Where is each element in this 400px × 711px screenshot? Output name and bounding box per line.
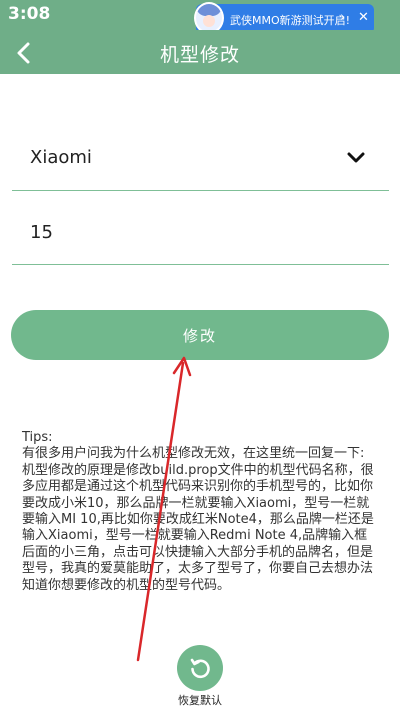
model-field[interactable] [12,192,389,265]
status-time: 3:08 [8,4,51,24]
app-bar: 机型修改 [0,30,400,74]
tips-line: 有很多用户问我为什么机型修改无效，在这里统一回复一下: [22,446,365,462]
restore-default-button[interactable] [177,645,223,691]
chevron-right-icon[interactable]: › [340,10,345,25]
status-bar: 3:08 武侠MMO新游测试开启! › ✕ [0,0,400,34]
tips-line: 机型修改的原理是修改build.prop文件中的机型代码名称，很多应用都是通过这… [22,462,374,593]
tips-line: Tips: [22,430,53,445]
chevron-down-icon[interactable] [347,152,365,164]
restore-default-label: 恢复默认 [178,694,222,707]
model-input[interactable] [30,222,330,243]
close-icon[interactable]: ✕ [358,10,369,25]
modify-button[interactable]: 修改 [11,310,389,360]
brand-select[interactable]: Xiaomi [12,128,389,191]
restore-icon [190,658,210,679]
brand-value: Xiaomi [30,147,92,168]
page-title: 机型修改 [159,44,240,66]
notification-text: 武侠MMO新游测试开启! [230,14,351,27]
tips-text: Tips: 有很多用户问我为什么机型修改无效，在这里统一回复一下: 机型修改的原… [22,430,378,594]
